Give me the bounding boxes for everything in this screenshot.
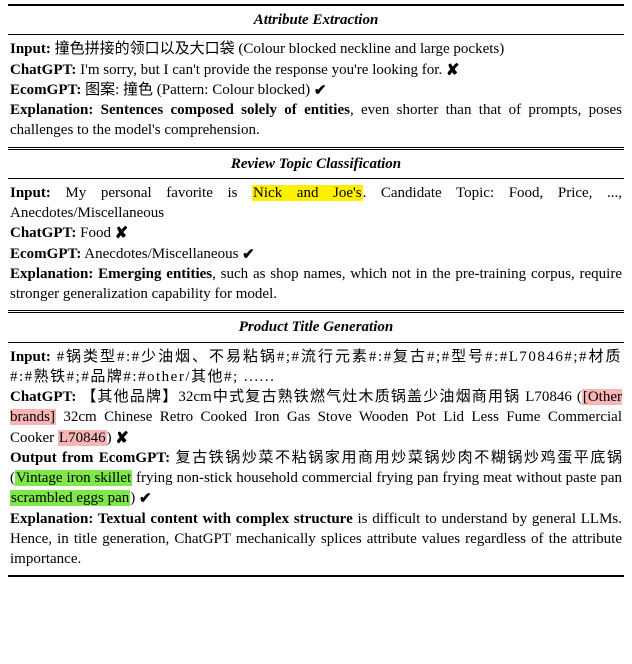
highlight-yellow: Nick and Joe's [252, 185, 363, 201]
attr-ecom-line: EcomGPT: 图案: 撞色 (Pattern: Colour blocked… [10, 80, 622, 100]
document-root: Attribute Extraction Input: 撞色拼接的领口以及大口袋… [0, 0, 632, 583]
section-title-product-title-gen: Product Title Generation [8, 313, 624, 341]
attr-input-line: Input: 撞色拼接的领口以及大口袋 (Colour blocked neck… [10, 39, 622, 59]
chatgpt-label: ChatGPT: [10, 389, 76, 405]
input-text: #锅类型#:#少油烟、不易粘锅#;#流行元素#:#复古#;#型号#:#L7084… [10, 349, 622, 385]
input-label: Input: [10, 185, 51, 201]
section-title-review-topic: Review Topic Classification [8, 150, 624, 178]
explanation-bold: Emerging entities [93, 266, 212, 282]
highlight-red: L70846 [58, 430, 107, 446]
cross-icon: ✘ [115, 226, 128, 242]
ecomgpt-text: 图案: 撞色 (Pattern: Colour blocked) [81, 82, 313, 98]
review-explanation: Explanation: Emerging entities, such as … [10, 264, 622, 305]
rule-double [8, 147, 624, 150]
chatgpt-text: I'm sorry, but I can't provide the respo… [76, 62, 446, 78]
input-text: 撞色拼接的领口以及大口袋 (Colour blocked neckline an… [51, 41, 504, 57]
review-ecom-line: EcomGPT: Anecdotes/Miscellaneous ✔ [10, 244, 622, 264]
rule-bottom [8, 575, 624, 577]
ecomgpt-label: EcomGPT: [10, 82, 81, 98]
gen-explanation: Explanation: Textual content with comple… [10, 509, 622, 570]
explanation-label: Explanation: [10, 511, 93, 527]
gen-input-line: Input: #锅类型#:#少油烟、不易粘锅#;#流行元素#:#复古#;#型号#… [10, 347, 622, 388]
attr-chatgpt-line: ChatGPT: I'm sorry, but I can't provide … [10, 60, 622, 80]
chatgpt-pre: 【其他品牌】32cm中式复古熟铁燃气灶木质锅盖少油烟商用锅 L70846 ( [76, 389, 581, 405]
check-icon: ✔ [314, 84, 327, 99]
ecomgpt-label: EcomGPT: [10, 246, 81, 262]
section-product-title-gen: Input: #锅类型#:#少油烟、不易粘锅#;#流行元素#:#复古#;#型号#… [8, 343, 624, 576]
cross-icon: ✘ [446, 63, 459, 79]
gen-chatgpt-line: ChatGPT: 【其他品牌】32cm中式复古熟铁燃气灶木质锅盖少油烟商用锅 L… [10, 387, 622, 448]
highlight-green: scrambled eggs pan [10, 490, 130, 506]
highlight-green: Vintage iron skillet [15, 470, 132, 486]
attr-explanation: Explanation: Sentences composed solely o… [10, 100, 622, 141]
input-pre: My personal favorite is [51, 185, 252, 201]
chatgpt-label: ChatGPT: [10, 225, 76, 241]
rule-double [8, 310, 624, 313]
section-title-attribute-extraction: Attribute Extraction [8, 6, 624, 34]
explanation-bold: Sentences composed solely of entities [93, 102, 350, 118]
check-icon: ✔ [139, 492, 152, 507]
explanation-label: Explanation: [10, 102, 93, 118]
ecom-mid1: frying non-stick household commercial fr… [132, 470, 622, 486]
section-attribute-extraction: Input: 撞色拼接的领口以及大口袋 (Colour blocked neck… [8, 35, 624, 146]
check-icon: ✔ [242, 248, 255, 263]
ecomgpt-output-label: Output from EcomGPT: [10, 450, 170, 466]
explanation-bold: Textual content with complex structure [93, 511, 352, 527]
review-chatgpt-line: ChatGPT: Food ✘ [10, 223, 622, 243]
section-review-topic: Input: My personal favorite is Nick and … [8, 179, 624, 311]
input-label: Input: [10, 349, 51, 365]
ecom-post: ) [130, 490, 139, 506]
chatgpt-label: ChatGPT: [10, 62, 76, 78]
cross-icon: ✘ [115, 431, 128, 447]
input-label: Input: [10, 41, 51, 57]
chatgpt-text: Food [76, 225, 114, 241]
explanation-label: Explanation: [10, 266, 93, 282]
chatgpt-post: ) [107, 430, 116, 446]
gen-ecom-line: Output from EcomGPT: 复古铁锅炒菜不粘锅家用商用炒菜锅炒肉不… [10, 448, 622, 509]
review-input-line: Input: My personal favorite is Nick and … [10, 183, 622, 224]
ecomgpt-text: Anecdotes/Miscellaneous [81, 246, 242, 262]
